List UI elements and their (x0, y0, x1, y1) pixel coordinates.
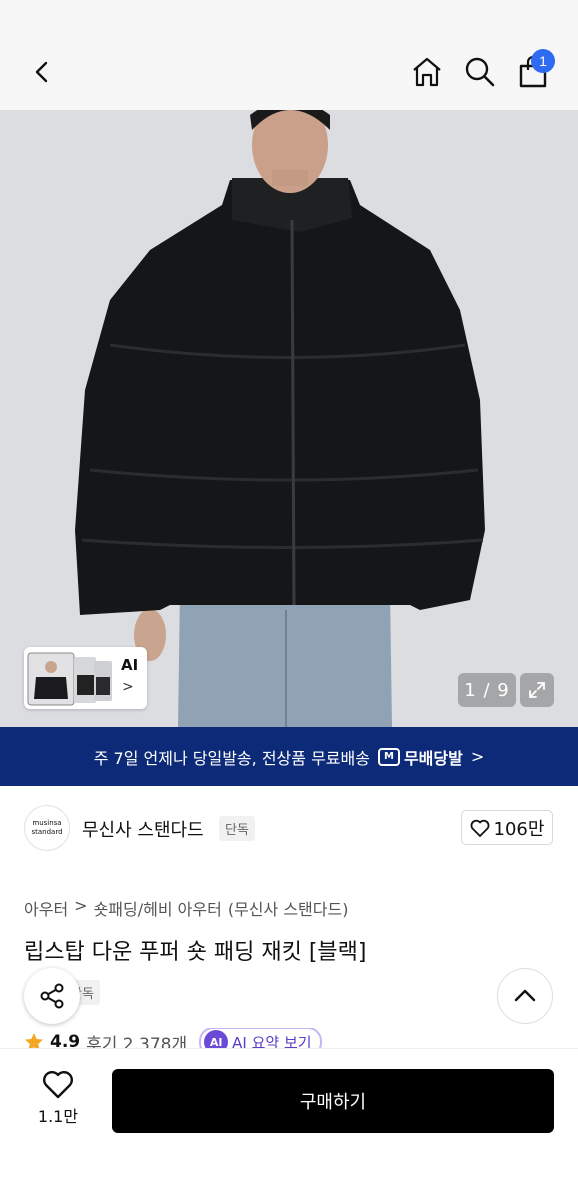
scroll-to-top-button[interactable] (497, 968, 553, 1024)
brand-like-count: 106만 (493, 818, 545, 840)
status-bar (0, 0, 578, 34)
back-button[interactable] (20, 50, 64, 94)
brand-name[interactable]: 무신사 스탠다드 (82, 816, 204, 842)
breadcrumb-item[interactable]: 아우터 (24, 896, 68, 920)
free-shipping-logo: M 무배당발 (377, 745, 463, 769)
expand-image-button[interactable] (520, 673, 554, 707)
breadcrumb-item[interactable]: 숏패딩/헤비 아우터 (94, 896, 222, 920)
brand-row: musinsa standard 무신사 스탠다드 단독 106만 (0, 800, 578, 856)
chevron-up-icon (514, 989, 536, 1002)
breadcrumb: 아우터 > 숏패딩/헤비 아우터 (무신사 스탠다드) (24, 896, 348, 920)
ai-similar-thumbnails[interactable]: AI > (24, 647, 147, 709)
cart-button[interactable]: 1 (511, 49, 555, 94)
share-button[interactable] (24, 968, 80, 1024)
shipping-promo-banner[interactable]: 주 7일 언제나 당일발송, 전상품 무료배송 M 무배당발 > (0, 727, 578, 786)
share-icon (40, 983, 64, 1009)
home-button[interactable] (405, 50, 449, 94)
truck-icon: M (377, 747, 400, 766)
brand-logo-text-line2: standard (31, 828, 63, 836)
top-navigation: 1 (0, 34, 578, 110)
wishlist-button[interactable]: 1.1만 (28, 1069, 88, 1129)
chevron-left-icon (35, 61, 48, 83)
breadcrumb-item[interactable]: (무신사 스탠다드) (228, 896, 349, 920)
product-photo (0, 110, 578, 727)
brand-logo[interactable]: musinsa standard (24, 805, 70, 851)
image-page-counter: 1 / 9 (458, 673, 516, 707)
brand-logo-text-line1: musinsa (32, 819, 62, 827)
wishlist-count: 1.1만 (37, 1107, 79, 1126)
heart-icon (470, 819, 489, 837)
search-button[interactable] (458, 50, 502, 94)
product-title: 립스탑 다운 푸퍼 숏 패딩 재킷 [블랙] (24, 940, 367, 965)
search-icon (465, 57, 495, 87)
product-image-gallery[interactable]: AI > 1 / 9 (0, 110, 578, 727)
chevron-right-icon: > (122, 679, 134, 695)
thumbnail-images (27, 652, 112, 706)
cart-count-badge: 1 (531, 49, 555, 73)
brand-exclusive-tag: 단독 (219, 816, 255, 841)
brand-like-button[interactable]: 106만 (461, 810, 553, 845)
home-icon (413, 57, 441, 87)
free-shipping-logo-text: 무배당발 (403, 748, 463, 768)
bottom-action-bar: 1.1만 구매하기 (0, 1048, 578, 1200)
chevron-right-icon: > (470, 747, 485, 766)
breadcrumb-separator: > (74, 896, 88, 915)
banner-text: 주 7일 언제나 당일발송, 전상품 무료배송 (93, 748, 370, 768)
expand-icon (529, 682, 545, 698)
heart-icon (43, 1071, 73, 1099)
buy-button[interactable]: 구매하기 (112, 1069, 554, 1133)
ai-label: AI (121, 656, 139, 674)
